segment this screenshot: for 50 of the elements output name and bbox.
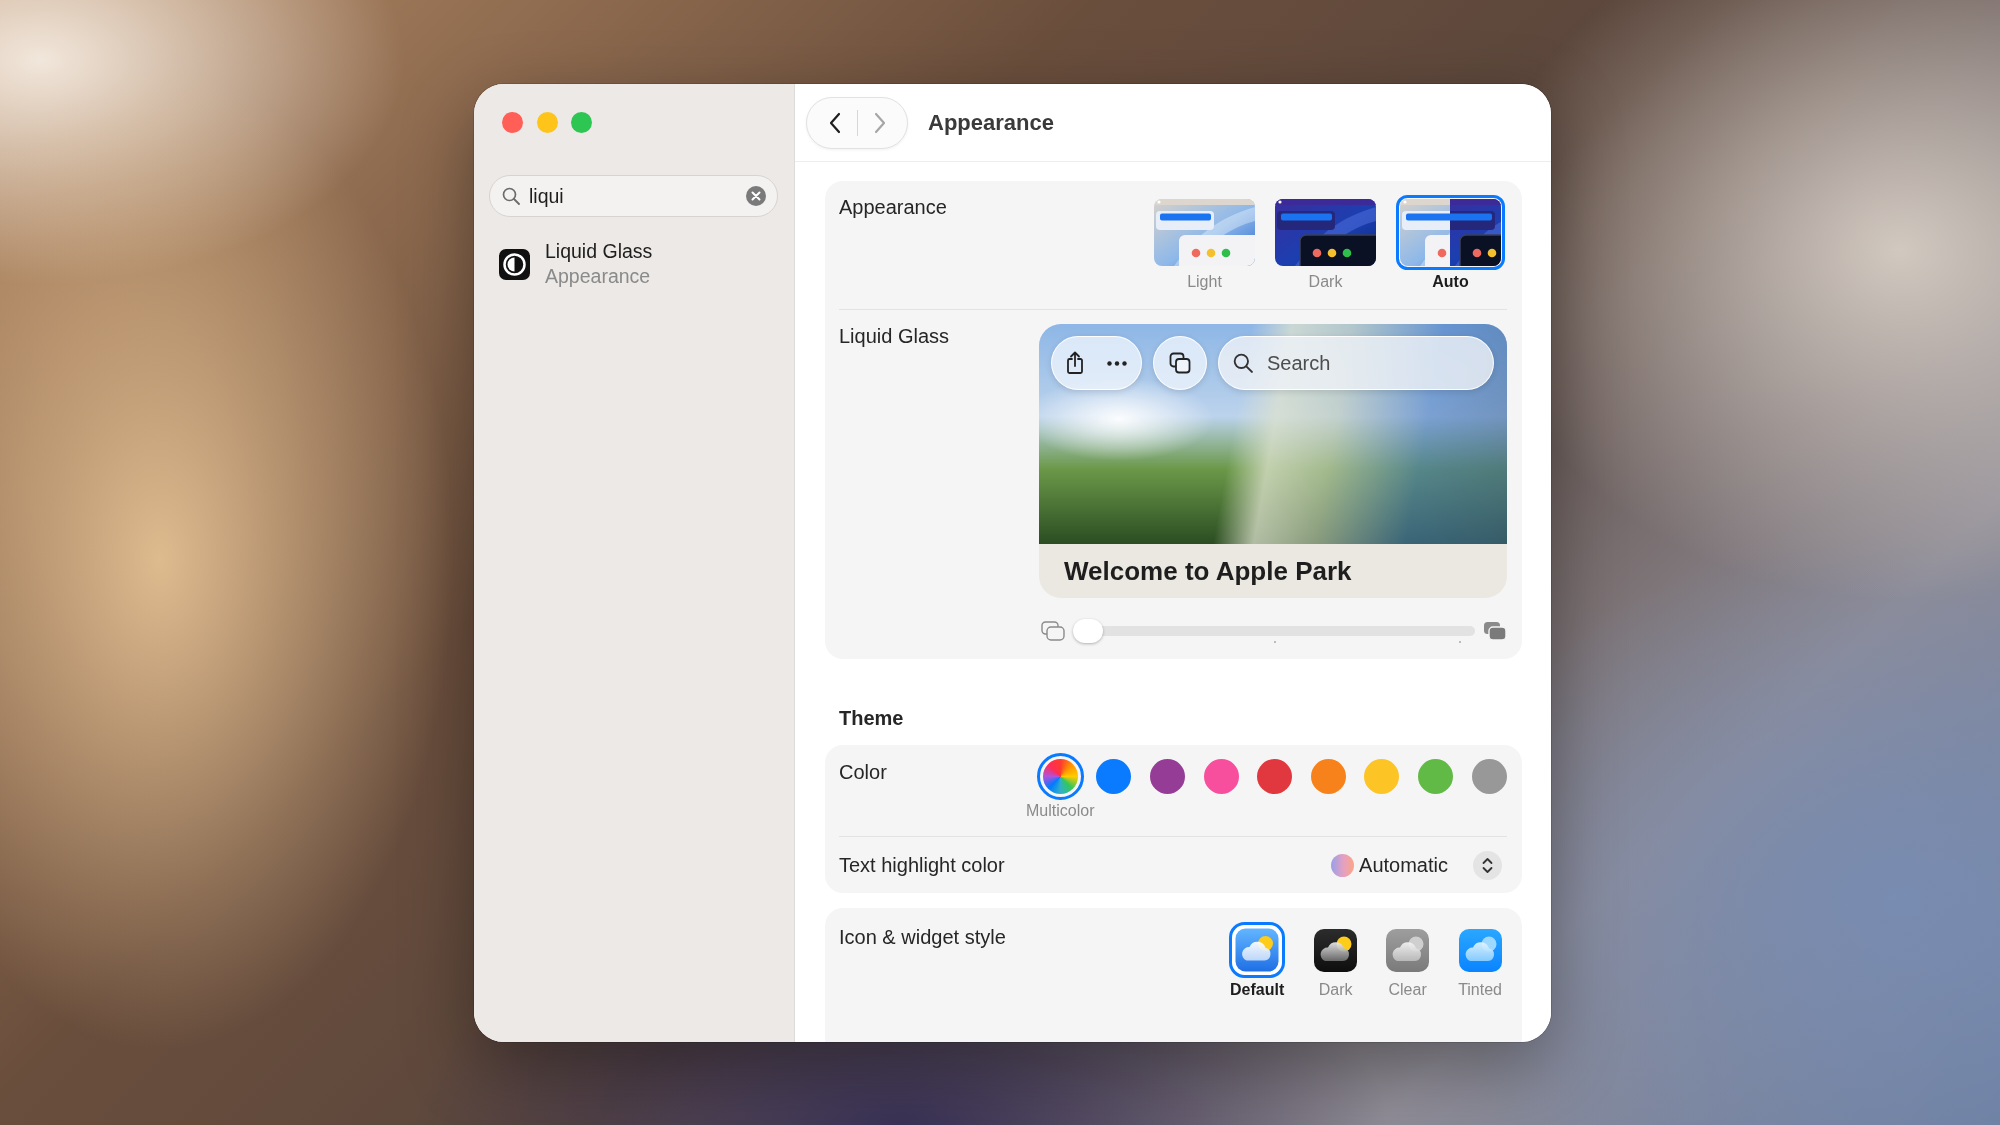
glass-button[interactable] bbox=[1153, 336, 1207, 390]
color-swatch[interactable] bbox=[1364, 759, 1400, 794]
gradient-swatch-icon bbox=[1331, 853, 1355, 877]
transparency-slider[interactable] bbox=[1073, 616, 1475, 646]
multicolor-swatch[interactable] bbox=[1036, 753, 1084, 800]
setting-label: Liquid Glass bbox=[839, 324, 950, 348]
search-input[interactable]: Search bbox=[1267, 351, 1493, 375]
search-input[interactable]: liqui bbox=[529, 184, 737, 208]
close-button[interactable] bbox=[502, 112, 523, 133]
color-swatch[interactable] bbox=[1471, 759, 1507, 794]
zoom-button[interactable] bbox=[571, 112, 592, 133]
cloud-sun-icon bbox=[1229, 922, 1286, 978]
clear-search-icon[interactable] bbox=[746, 186, 766, 206]
outlined-windows-icon bbox=[1041, 621, 1065, 641]
page-heading: Welcome to Apple Park bbox=[1064, 557, 1352, 585]
color-swatch[interactable] bbox=[1096, 759, 1132, 794]
window-thumbnail-icon bbox=[1275, 199, 1376, 266]
cloud-sun-icon bbox=[1314, 928, 1358, 972]
appearance-option[interactable]: Auto bbox=[1396, 195, 1505, 291]
more-icon[interactable] bbox=[1107, 360, 1127, 366]
swatch-label: Multicolor bbox=[1026, 801, 1095, 820]
setting-label: Color bbox=[839, 760, 887, 784]
search-field[interactable]: liqui bbox=[489, 175, 778, 217]
filled-windows-icon bbox=[1483, 621, 1507, 641]
search-icon bbox=[502, 187, 520, 205]
window-thumbnail-icon bbox=[1396, 195, 1505, 270]
setting-label: Icon & widget style bbox=[839, 925, 1006, 949]
color-swatch[interactable] bbox=[1149, 759, 1185, 794]
search-icon bbox=[1233, 353, 1253, 373]
share-icon[interactable] bbox=[1066, 351, 1084, 375]
copy-icon bbox=[1169, 352, 1191, 374]
setting-label: Text highlight color bbox=[839, 853, 1005, 877]
up-down-chevron-icon bbox=[1473, 850, 1502, 880]
icon-style-option[interactable]: Default bbox=[1229, 922, 1286, 999]
color-swatch[interactable] bbox=[1310, 759, 1346, 794]
section-heading: Theme bbox=[839, 706, 904, 730]
chevron-left-icon bbox=[828, 111, 841, 134]
window-thumbnail-icon bbox=[1154, 199, 1255, 266]
setting-label: Appearance bbox=[839, 195, 947, 219]
search-result[interactable]: Liquid Glass Appearance bbox=[489, 237, 661, 291]
color-swatch[interactable] bbox=[1417, 759, 1453, 794]
color-swatch[interactable] bbox=[1203, 759, 1239, 794]
chevron-right-icon bbox=[873, 111, 886, 134]
cloud-sun-icon bbox=[1458, 928, 1502, 972]
highlight-color-popup[interactable]: Automatic bbox=[1331, 850, 1502, 880]
window-title: Appearance bbox=[928, 109, 1054, 136]
search-field[interactable]: Search bbox=[1218, 336, 1494, 390]
cloud-sun-icon bbox=[1386, 928, 1430, 972]
color-swatch[interactable] bbox=[1257, 759, 1293, 794]
slider-thumb[interactable] bbox=[1073, 619, 1103, 643]
